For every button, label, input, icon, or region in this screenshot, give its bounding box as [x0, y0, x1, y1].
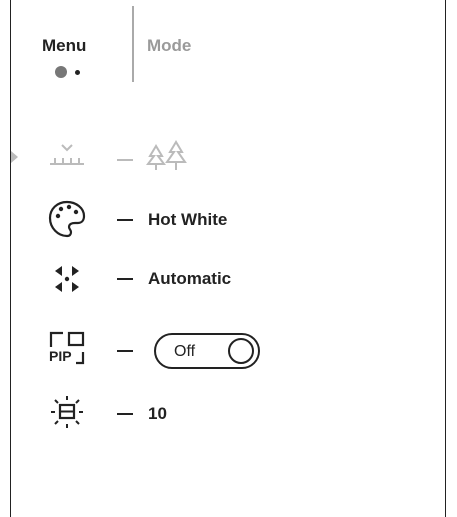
page-dot [75, 70, 80, 75]
display-brightness-icon [51, 396, 83, 428]
brightness-value: 10 [148, 404, 167, 423]
page-dot-active [55, 66, 67, 78]
separator-dash [117, 350, 133, 352]
calibration-arrows-icon [55, 266, 79, 292]
toggle-label: Off [174, 343, 196, 360]
toggle-knob [228, 338, 254, 364]
pip-icon-label: PIP [49, 348, 72, 364]
palette-value: Hot White [148, 210, 228, 229]
pip-toggle[interactable]: Off [154, 333, 260, 369]
tab-divider [132, 6, 134, 82]
tab-mode[interactable]: Mode [147, 36, 191, 56]
tab-menu[interactable]: Menu [42, 36, 86, 56]
pip-icon: PIP [47, 330, 87, 370]
separator-dash [117, 159, 133, 161]
forest-icon [146, 140, 187, 170]
calibration-value: Automatic [148, 269, 232, 288]
separator-dash [117, 413, 133, 415]
selection-pointer-icon [11, 151, 18, 163]
terrain-mode-icon [50, 144, 84, 165]
separator-dash [117, 219, 133, 221]
color-palette-icon [48, 200, 86, 238]
separator-dash [117, 278, 133, 280]
